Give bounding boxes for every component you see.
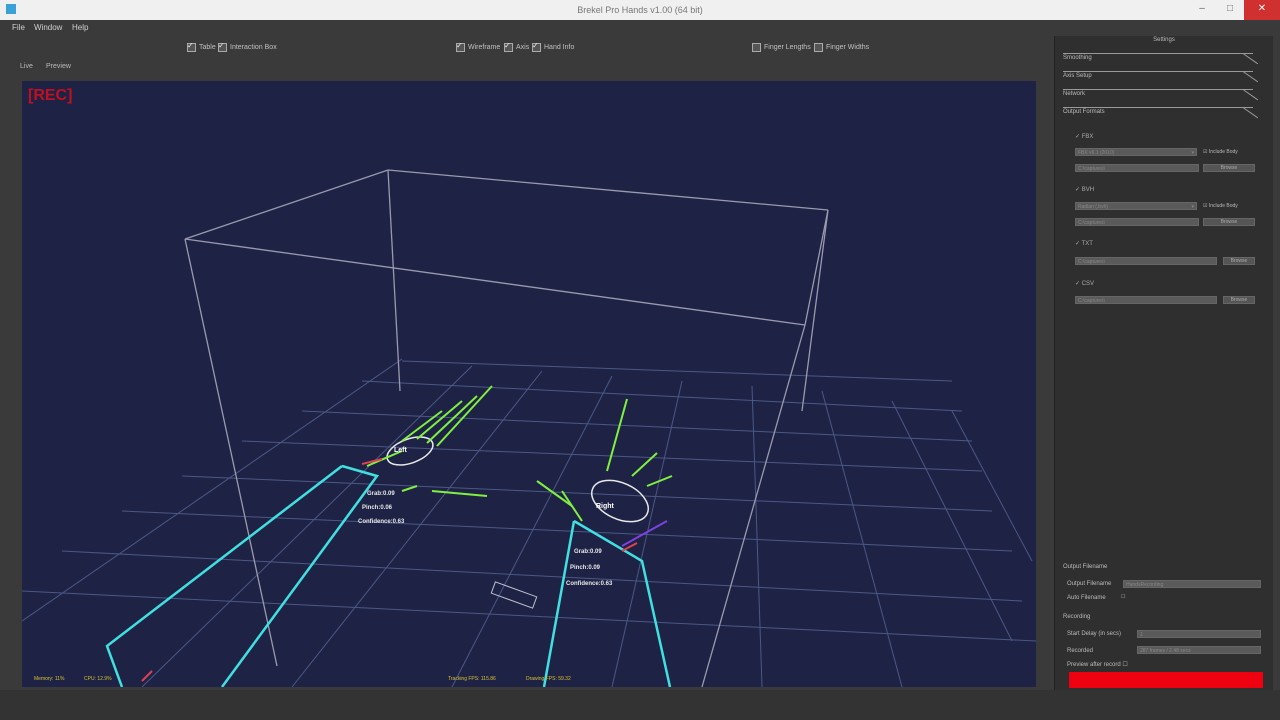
section-network[interactable]: Network (1063, 91, 1085, 97)
auto-filename-checkbox[interactable]: ☐ (1121, 594, 1125, 600)
settings-panel: Settings Smoothing Axis Setup Network Ou… (1054, 36, 1273, 690)
fbx-include-body-checkbox[interactable]: ☑ Include Body (1203, 149, 1238, 155)
recorded-label: Recorded (1067, 648, 1094, 654)
left-hand-grab: Grab:0.09 (367, 491, 395, 497)
left-hand-skeleton (105, 385, 493, 687)
device-outline (490, 581, 538, 609)
interaction-box (184, 169, 829, 687)
preview-after-record-label: Preview after record ☐ (1067, 662, 1128, 668)
drawing-fps-stat: Drawing FPS: 59.32 (526, 676, 571, 682)
record-button[interactable] (1069, 672, 1263, 688)
table-checkbox[interactable]: Table (187, 41, 216, 52)
recorded-value: 287 frames / 2.48 secs (1137, 646, 1261, 654)
tracking-fps-stat: Tracking FPS: 115.86 (448, 676, 496, 682)
right-hand-confidence: Confidence:0.63 (566, 581, 613, 587)
wireframe-checkbox[interactable]: Wireframe (456, 41, 500, 52)
bvh-browse-button[interactable]: Browse (1203, 218, 1255, 226)
txt-browse-button[interactable]: Browse (1223, 257, 1255, 265)
format-csv-label[interactable]: ✓ CSV (1075, 280, 1094, 287)
fbx-version-select[interactable]: FBX v6.1 (2010) ▾ (1075, 148, 1197, 156)
section-divider (1063, 53, 1253, 54)
left-hand-pinch: Pinch:0.06 (362, 505, 393, 511)
finger-widths-checkbox[interactable]: Finger Widths (814, 43, 869, 52)
left-hand-label: Left (394, 447, 407, 454)
finger-lengths-checkbox[interactable]: Finger Lengths (752, 43, 811, 52)
bvh-rotation-select[interactable]: Radian (.bvh) ▾ (1075, 202, 1197, 210)
window-title: Brekel Pro Hands v1.00 (64 bit) (577, 5, 703, 15)
right-hand-pinch: Pinch:0.09 (570, 565, 601, 571)
menu-file[interactable]: File (12, 23, 25, 32)
format-bvh-label[interactable]: ✓ BVH (1075, 186, 1094, 193)
start-delay-field[interactable]: 1 (1137, 630, 1261, 638)
start-delay-label: Start Delay (in secs) (1067, 631, 1122, 637)
view-options-toolbar: Table Interaction Box Wireframe Axis Han… (0, 38, 1050, 60)
recording-indicator: [REC] (28, 87, 73, 104)
scene-wireframe (22, 169, 1036, 687)
output-filename-label: Output Filename (1067, 581, 1112, 587)
left-hand-confidence: Confidence:0.63 (358, 519, 405, 525)
bvh-include-body-checkbox[interactable]: ☑ Include Body (1203, 203, 1238, 209)
format-txt-label[interactable]: ✓ TXT (1075, 240, 1093, 247)
3d-viewport[interactable]: [REC] Left Grab:0.09 Pinch:0.06 Confiden… (22, 81, 1036, 687)
menu-window[interactable]: Window (34, 23, 62, 32)
right-hand-label: Right (596, 503, 614, 510)
fbx-browse-button[interactable]: Browse (1203, 164, 1255, 172)
minimize-button[interactable]: – (1188, 0, 1216, 20)
tab-live[interactable]: Live (20, 63, 33, 70)
close-button[interactable]: ✕ (1244, 0, 1280, 20)
menu-bar: File Window Help (0, 20, 1280, 36)
output-filename-field[interactable]: HandsRecording (1123, 580, 1261, 588)
maximize-button[interactable]: □ (1216, 0, 1244, 20)
cpu-stat: CPU: 12.9% (84, 676, 112, 682)
floor-grid (22, 358, 1036, 687)
section-smoothing[interactable]: Smoothing (1063, 55, 1092, 61)
section-divider (1063, 71, 1253, 72)
section-axis-setup[interactable]: Axis Setup (1063, 73, 1092, 79)
format-fbx-label[interactable]: ✓ FBX (1075, 133, 1093, 140)
right-hand-skeleton (536, 398, 673, 687)
settings-header: Settings (1153, 37, 1175, 43)
status-bar (0, 690, 1280, 720)
right-hand-grab: Grab:0.09 (574, 549, 602, 555)
title-bar: Brekel Pro Hands v1.00 (64 bit) – □ ✕ (0, 0, 1280, 20)
section-divider (1063, 107, 1253, 108)
csv-browse-button[interactable]: Browse (1223, 296, 1255, 304)
bvh-path-field[interactable]: C:\captures\ (1075, 218, 1199, 226)
txt-path-field[interactable]: C:\captures\ (1075, 257, 1217, 265)
axis-checkbox[interactable]: Axis (504, 41, 529, 52)
fbx-path-field[interactable]: C:\captures\ (1075, 164, 1199, 172)
hand-info-checkbox[interactable]: Hand Info (532, 41, 574, 52)
section-recording: Recording (1063, 614, 1091, 620)
section-output-filename: Output Filename (1063, 564, 1108, 570)
section-output-formats[interactable]: Output Formats (1063, 109, 1105, 115)
interaction-box-checkbox[interactable]: Interaction Box (218, 41, 277, 52)
memory-stat: Memory: 11% (34, 676, 65, 682)
auto-filename-label: Auto Filename (1067, 595, 1106, 601)
menu-help[interactable]: Help (72, 23, 88, 32)
section-divider (1063, 89, 1253, 90)
csv-path-field[interactable]: C:\captures\ (1075, 296, 1217, 304)
tab-preview[interactable]: Preview (46, 63, 71, 70)
